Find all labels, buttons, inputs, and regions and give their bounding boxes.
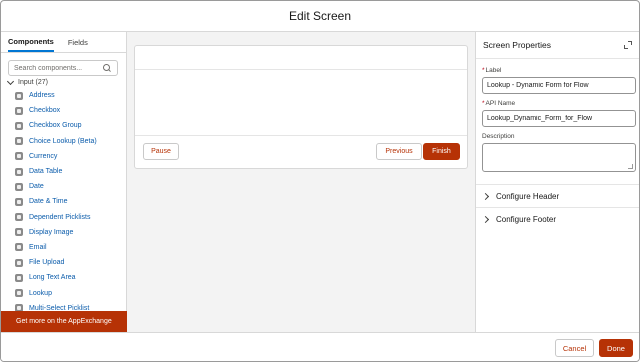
pause-button[interactable]: Pause — [143, 143, 179, 160]
component-search[interactable] — [8, 60, 118, 76]
checkbox-icon — [15, 106, 23, 115]
component-label: Data Table — [29, 168, 63, 176]
component-item[interactable]: Long Text Area — [15, 270, 126, 285]
screen-footer-area: Pause Previous Finish — [135, 136, 467, 168]
input-section-toggle[interactable]: Input (27) — [1, 76, 126, 86]
components-panel: Components Fields Input (27) Address Chec… — [1, 32, 127, 332]
component-item[interactable]: Email — [15, 240, 126, 255]
component-item[interactable]: Data Table — [15, 164, 126, 179]
file-upload-icon — [15, 258, 23, 267]
component-label: Date & Time — [29, 198, 68, 206]
lookup-icon — [15, 289, 23, 298]
component-item[interactable]: Choice Lookup (Beta) — [15, 134, 126, 149]
edit-screen-modal: Edit Screen Components Fields Input (27)… — [0, 0, 640, 362]
component-item[interactable]: Lookup — [15, 285, 126, 300]
chevron-right-icon — [481, 215, 490, 223]
api-name-field-group: *API Name — [476, 100, 639, 127]
screen-canvas: Pause Previous Finish — [127, 32, 475, 332]
component-label: Choice Lookup (Beta) — [29, 137, 97, 145]
description-field-label: Description — [482, 133, 515, 140]
dependent-picklists-icon — [15, 213, 23, 222]
expand-icon[interactable] — [624, 41, 632, 49]
cancel-button[interactable]: Cancel — [555, 339, 594, 357]
finish-button[interactable]: Finish — [423, 143, 460, 160]
label-field-label: *Label — [482, 67, 502, 74]
screen-properties-panel: Screen Properties *Label *API Name Descr… — [475, 32, 639, 332]
screen-header-area[interactable] — [135, 46, 467, 70]
resize-handle-icon[interactable] — [628, 164, 633, 169]
component-label: Email — [29, 243, 47, 251]
tab-components[interactable]: Components — [8, 37, 54, 52]
component-label: Checkbox — [29, 107, 61, 115]
checkbox-group-icon — [15, 121, 23, 130]
component-label: Lookup — [29, 289, 52, 297]
chevron-right-icon — [481, 192, 490, 200]
description-field-group: Description — [476, 133, 639, 172]
properties-title: Screen Properties — [483, 40, 552, 50]
api-name-field-label: *API Name — [482, 100, 516, 107]
description-textarea[interactable] — [482, 143, 636, 172]
component-item[interactable]: File Upload — [15, 255, 126, 270]
component-list: Address Checkbox Checkbox Group Choice Look… — [1, 88, 126, 316]
address-icon — [15, 91, 23, 100]
modal-header: Edit Screen — [1, 1, 639, 32]
panel-tabs: Components Fields — [1, 32, 126, 53]
display-image-icon — [15, 228, 23, 237]
component-item[interactable]: Display Image — [15, 225, 126, 240]
choice-lookup-icon — [15, 137, 23, 146]
api-name-input[interactable] — [482, 110, 636, 127]
component-label: Checkbox Group — [29, 122, 82, 130]
previous-button[interactable]: Previous — [376, 143, 422, 160]
component-item[interactable]: Checkbox Group — [15, 118, 126, 133]
component-label: Display Image — [29, 228, 74, 236]
label-field-group: *Label — [476, 67, 639, 94]
component-item[interactable]: Date — [15, 179, 126, 194]
component-label: Date — [29, 183, 44, 191]
currency-icon — [15, 152, 23, 161]
appexchange-link[interactable]: Get more on the AppExchange — [1, 311, 127, 332]
configure-footer-section[interactable]: Configure Footer — [476, 207, 639, 230]
search-input[interactable] — [14, 64, 103, 72]
done-button[interactable]: Done — [599, 339, 633, 357]
tab-fields[interactable]: Fields — [68, 38, 88, 52]
properties-sections: Configure Header Configure Footer — [476, 184, 639, 230]
component-label: Currency — [29, 152, 58, 160]
input-section-label: Input (27) — [18, 79, 48, 86]
component-item[interactable]: Currency — [15, 149, 126, 164]
date-icon — [15, 182, 23, 191]
required-marker: * — [482, 67, 485, 74]
long-text-area-icon — [15, 273, 23, 282]
component-item[interactable]: Checkbox — [15, 103, 126, 118]
component-item[interactable]: Address — [15, 88, 126, 103]
component-item[interactable]: Dependent Picklists — [15, 210, 126, 225]
email-icon — [15, 243, 23, 252]
data-table-icon — [15, 167, 23, 176]
component-label: Long Text Area — [29, 274, 76, 282]
component-label: File Upload — [29, 259, 65, 267]
screen-preview[interactable]: Pause Previous Finish — [134, 45, 468, 169]
chevron-down-icon — [6, 77, 15, 85]
modal-footer: Cancel Done — [1, 332, 639, 361]
properties-header: Screen Properties — [476, 32, 639, 59]
label-input[interactable] — [482, 77, 636, 94]
datetime-icon — [15, 197, 23, 206]
required-marker: * — [482, 100, 485, 107]
modal-title: Edit Screen — [288, 9, 352, 23]
component-label: Dependent Picklists — [29, 213, 91, 221]
screen-body-area[interactable] — [135, 70, 467, 136]
configure-header-section[interactable]: Configure Header — [476, 184, 639, 207]
component-item[interactable]: Date & Time — [15, 194, 126, 209]
component-label: Address — [29, 92, 55, 100]
search-icon — [103, 63, 112, 73]
